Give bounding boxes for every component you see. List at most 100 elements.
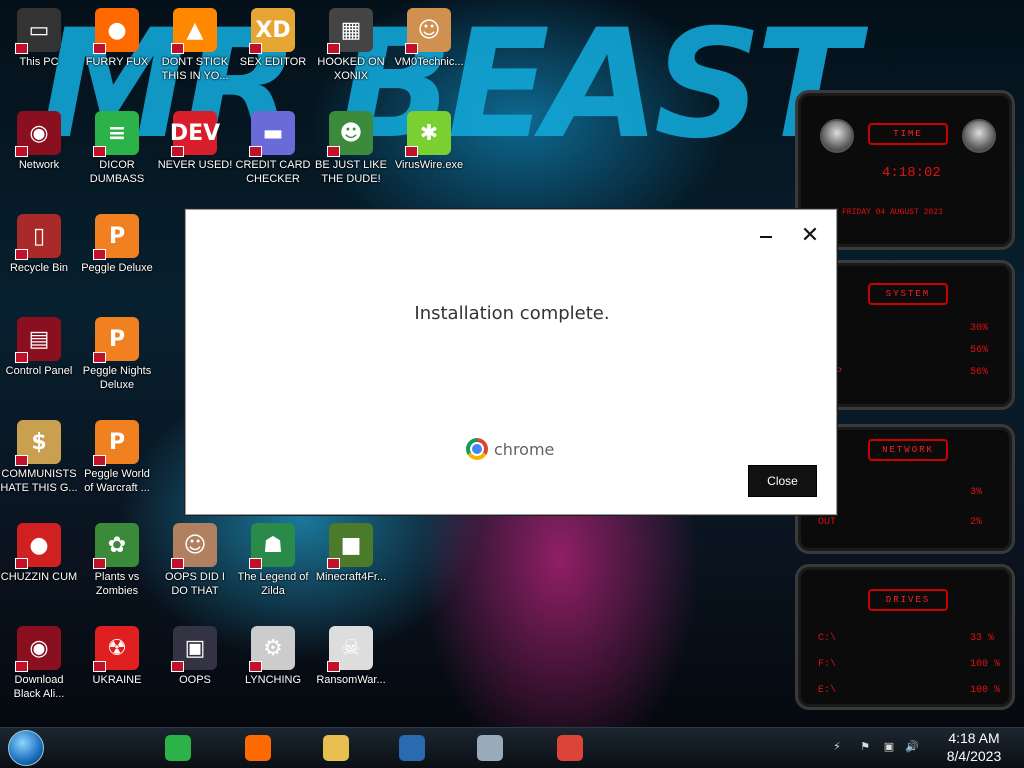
download-black-glyph: ◉ <box>29 635 49 661</box>
desktop-icon-ransomware[interactable]: ☠ RansomWar... <box>312 626 390 687</box>
desktop-icon-chuzzin[interactable]: ● CHUZZIN CUM <box>0 523 78 584</box>
vm0technic-icon: ☺ <box>405 8 451 54</box>
clock-date: 8/4/2023 <box>946 748 1002 764</box>
shortcut-badge-icon <box>171 558 184 569</box>
gadget-row-value: 100 % <box>970 685 1001 696</box>
desktop-icon-label: FURRY FUX <box>85 56 149 68</box>
taskbar-chrome-button[interactable] <box>550 731 590 765</box>
desktop-icon-network[interactable]: ◉ Network <box>0 111 78 172</box>
desktop-icon-label: CHUZZIN CUM <box>0 571 78 583</box>
desktop-icon-download-black[interactable]: ◉ Download Black Ali... <box>0 626 78 701</box>
desktop-icon-minecraft[interactable]: ■ Minecraft4Fr... <box>312 523 390 584</box>
installation-message: Installation complete. <box>414 303 610 324</box>
ransomware-glyph: ☠ <box>341 635 361 661</box>
this-pc-icon: ▭ <box>15 8 61 54</box>
peggle-deluxe-icon: P <box>93 214 139 260</box>
gadget-row-value: 2% <box>970 517 983 528</box>
shortcut-badge-icon <box>93 661 106 672</box>
gadget-date: FRIDAY 04 AUGUST 2023 <box>842 208 943 217</box>
desktop-icon-label: OOPS DID I DO THAT <box>165 571 225 597</box>
desktop-icon-label: OOPS <box>179 674 211 686</box>
desktop-icon-hooked-on-xonix[interactable]: ▦ HOOKED ON XONIX <box>312 8 390 83</box>
minecraft-icon: ■ <box>327 523 373 569</box>
tray-notification-icon[interactable]: ⚡ <box>830 740 844 754</box>
desktop-icon-label: COMMUNISTS HATE THIS G... <box>0 468 78 494</box>
shortcut-badge-icon <box>93 249 106 260</box>
desktop-icon-plants-vs-zombies[interactable]: ✿ Plants vs Zombies <box>78 523 156 598</box>
taskbar-installer-button[interactable] <box>470 731 510 765</box>
legend-of-zilda-glyph: ☗ <box>263 532 283 558</box>
desktop-icon-credit-card-checker[interactable]: ▬ CREDIT CARD CHECKER <box>234 111 312 186</box>
taskbar-firefox-button[interactable] <box>238 731 278 765</box>
dialog-close-button[interactable]: ✕ <box>798 224 822 248</box>
desktop-icon-oops-did-i[interactable]: ☺ OOPS DID I DO THAT <box>156 523 234 598</box>
desktop-icon-oops[interactable]: ▣ OOPS <box>156 626 234 687</box>
desktop-icon-dont-stick[interactable]: ▲ DONT STICK THIS IN YO... <box>156 8 234 83</box>
plants-vs-zombies-glyph: ✿ <box>107 532 127 558</box>
be-just-like-icon: ☻ <box>327 111 373 157</box>
shortcut-badge-icon <box>327 661 340 672</box>
hooked-on-xonix-icon: ▦ <box>327 8 373 54</box>
credit-card-checker-icon: ▬ <box>249 111 295 157</box>
taskbar-virtualbox-button[interactable] <box>392 731 432 765</box>
shortcut-badge-icon <box>405 146 418 157</box>
desktop-icon-vm0technic[interactable]: ☺ VM0Technic... <box>390 8 468 69</box>
chrome-logo-icon <box>466 438 488 460</box>
taskbar-file-explorer-button[interactable] <box>316 731 356 765</box>
desktop-icon-communists[interactable]: $ COMMUNISTS HATE THIS G... <box>0 420 78 495</box>
desktop-icon-this-pc[interactable]: ▭ This PC <box>0 8 78 69</box>
ransomware-icon: ☠ <box>327 626 373 672</box>
desktop-icon-label: Minecraft4Fr... <box>315 571 387 583</box>
shortcut-badge-icon <box>15 661 28 672</box>
shortcut-badge-icon <box>327 43 340 54</box>
desktop-icon-label: Peggle World of Warcraft ... <box>84 468 150 494</box>
network-gadget-title: NETWORK <box>868 439 948 461</box>
peggle-deluxe-glyph: P <box>108 223 126 249</box>
desktop-icon-label: LYNCHING <box>244 674 302 686</box>
gadget-row-label: OUT <box>818 517 837 528</box>
desktop-icon-recycle-bin[interactable]: ▯ Recycle Bin <box>0 214 78 275</box>
shortcut-badge-icon <box>171 43 184 54</box>
desktop-icon-label: DONT STICK THIS IN YO... <box>161 56 229 82</box>
furry-fux-icon: ● <box>93 8 139 54</box>
desktop-icon-ukraine[interactable]: ☢ UKRAINE <box>78 626 156 687</box>
sex-editor-glyph: XD <box>255 17 291 43</box>
desktop-icon-control-panel[interactable]: ▤ Control Panel <box>0 317 78 378</box>
tray-volume-icon[interactable]: 🔊 <box>905 740 919 754</box>
desktop-icon-label: Peggle Nights Deluxe <box>82 365 152 391</box>
desktop-icon-dicor-dumbass[interactable]: ≡ DICOR DUMBASS <box>78 111 156 186</box>
desktop-icon-sex-editor[interactable]: XD SEX EDITOR <box>234 8 312 69</box>
desktop-icon-viruswire[interactable]: ✱ VirusWire.exe <box>390 111 468 172</box>
desktop-icon-peggle-deluxe[interactable]: P Peggle Deluxe <box>78 214 156 275</box>
lynching-icon: ⚙ <box>249 626 295 672</box>
chrome-brand: chrome <box>466 438 554 460</box>
minimize-button[interactable] <box>754 226 778 248</box>
start-button[interactable] <box>8 730 44 766</box>
taskbar-dicor-button[interactable] <box>158 731 198 765</box>
alien-logo-icon <box>962 119 996 153</box>
desktop-icon-peggle-nights[interactable]: P Peggle Nights Deluxe <box>78 317 156 392</box>
close-button[interactable]: Close <box>748 465 817 497</box>
desktop-icon-peggle-world[interactable]: P Peggle World of Warcraft ... <box>78 420 156 495</box>
taskbar-clock[interactable]: 4:18 AM 8/4/2023 <box>936 729 1012 765</box>
chuzzin-icon: ● <box>15 523 61 569</box>
tray-flag-icon[interactable]: ⚑ <box>858 740 872 754</box>
network-glyph: ◉ <box>29 120 49 146</box>
shortcut-badge-icon <box>249 43 262 54</box>
dont-stick-glyph: ▲ <box>186 17 204 43</box>
download-black-icon: ◉ <box>15 626 61 672</box>
tray-network-icon[interactable]: ▣ <box>882 740 896 754</box>
shortcut-badge-icon <box>15 43 28 54</box>
desktop-icon-lynching[interactable]: ⚙ LYNCHING <box>234 626 312 687</box>
desktop-icon-never-used[interactable]: DEV NEVER USED! <box>156 111 234 172</box>
shortcut-badge-icon <box>249 146 262 157</box>
desktop-icon-be-just-like[interactable]: ☻ BE JUST LIKE THE DUDE! <box>312 111 390 186</box>
desktop-icon-label: VirusWire.exe <box>394 159 464 171</box>
desktop-icon-legend-of-zilda[interactable]: ☗ The Legend of Zilda <box>234 523 312 598</box>
time-gadget-title: TIME <box>868 123 948 145</box>
shortcut-badge-icon <box>93 455 106 466</box>
desktop-icon-furry-fux[interactable]: ● FURRY FUX <box>78 8 156 69</box>
gadget-row-label: E:\ <box>818 685 837 696</box>
shortcut-badge-icon <box>93 43 106 54</box>
desktop-icon-label: Network <box>18 159 60 171</box>
